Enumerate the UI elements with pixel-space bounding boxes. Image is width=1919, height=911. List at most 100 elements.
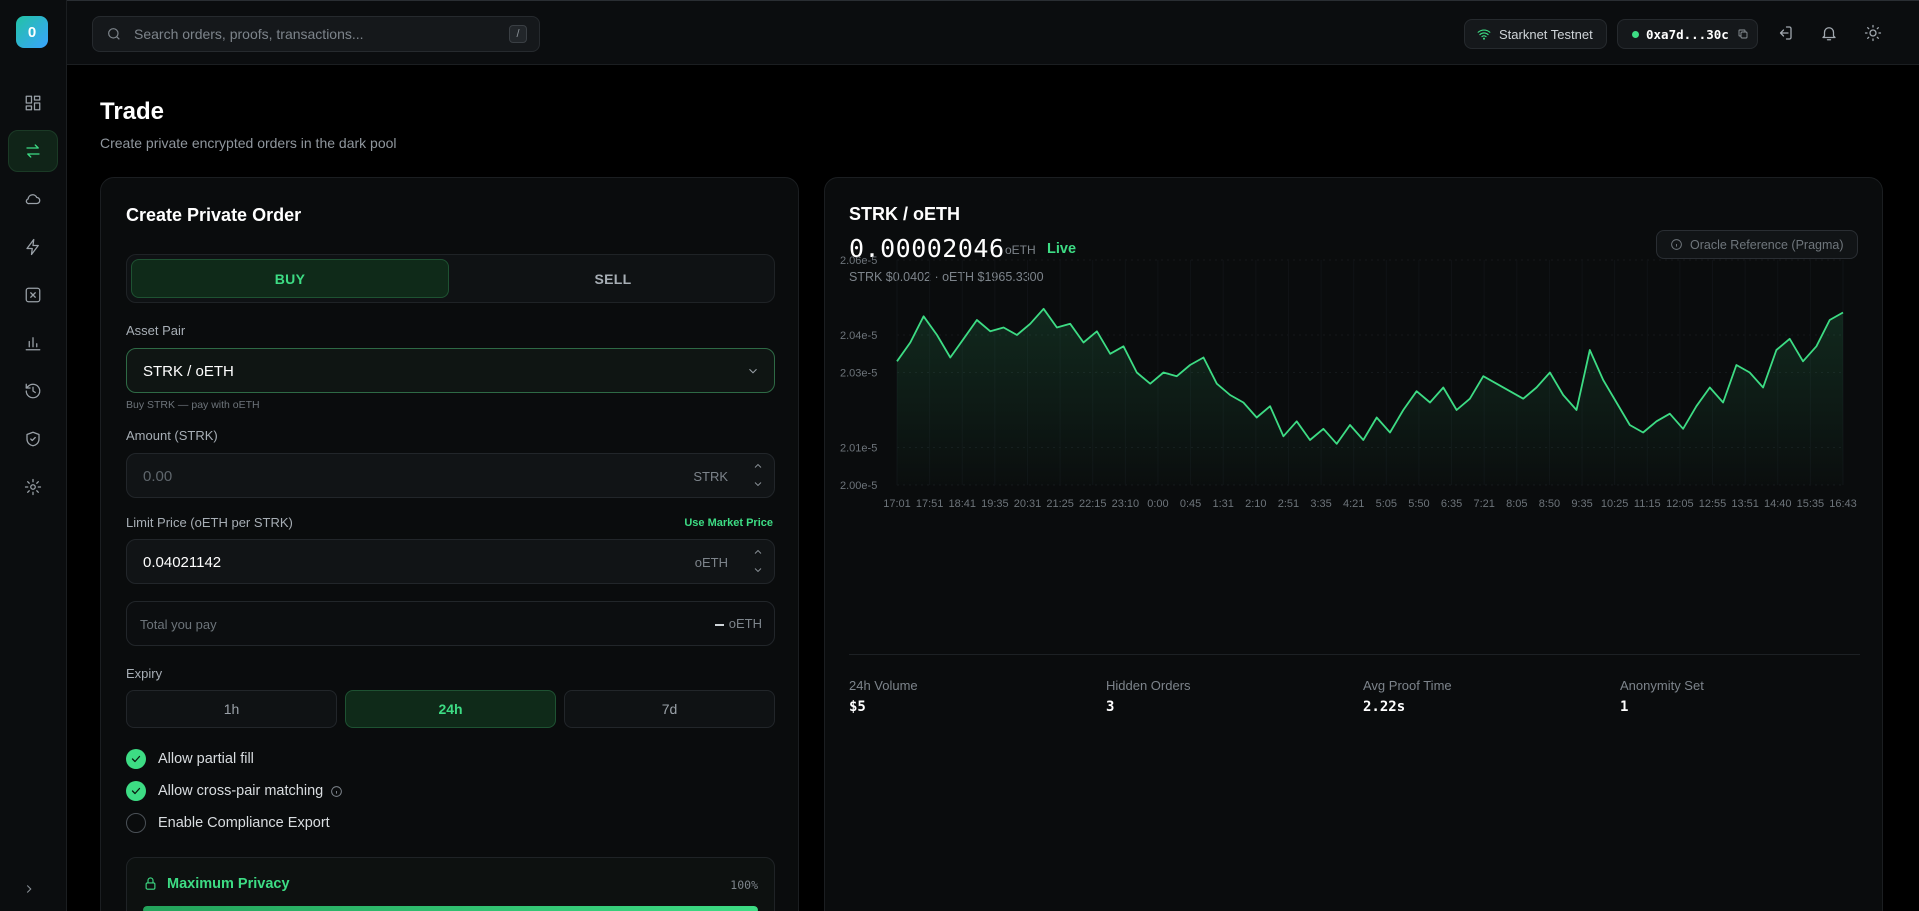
chevron-up-icon[interactable] <box>752 546 764 558</box>
partial-fill-option[interactable]: Allow partial fill <box>126 749 254 769</box>
cross-pair-option[interactable]: Allow cross-pair matching <box>126 781 343 801</box>
privacy-percent: 100% <box>730 878 758 892</box>
nav-dashboard[interactable] <box>8 82 58 124</box>
sell-button[interactable]: SELL <box>454 259 772 298</box>
search-input[interactable] <box>134 26 494 42</box>
wallet-badge[interactable]: 0xa7d...30c <box>1617 19 1758 49</box>
x-tick-label: 22:15 <box>1079 498 1107 510</box>
compliance-export-checkbox[interactable] <box>126 813 146 833</box>
asset-pair-select[interactable]: STRK / oETH <box>126 348 775 393</box>
limit-price-label: Limit Price (oETH per STRK) <box>126 515 293 530</box>
limit-price-stepper[interactable] <box>752 546 764 578</box>
expiry-1h-button[interactable]: 1h <box>126 690 337 728</box>
theme-toggle-button[interactable] <box>1864 24 1882 42</box>
x-tick-label: 8:05 <box>1506 498 1527 510</box>
chevron-down-icon[interactable] <box>752 564 764 576</box>
sun-icon <box>1864 24 1882 42</box>
y-tick-label: 2.06e-5 <box>840 255 877 267</box>
x-tick-label: 12:05 <box>1666 498 1694 510</box>
x-tick-label: 0:00 <box>1147 498 1168 510</box>
y-tick-label: 2.04e-5 <box>840 330 877 342</box>
stat-volume: 24h Volume $5 <box>849 678 918 715</box>
market-chart-card: STRK / oETH 0.00002046 oETH Live STRK $0… <box>824 177 1883 911</box>
lock-icon <box>143 876 158 891</box>
use-market-price-link[interactable]: Use Market Price <box>684 517 773 529</box>
expiry-24h-button[interactable]: 24h <box>345 690 556 728</box>
x-tick-label: 13:51 <box>1731 498 1759 510</box>
x-tick-label: 8:50 <box>1539 498 1560 510</box>
sidebar-expand-button[interactable] <box>22 882 36 896</box>
page-subtitle: Create private encrypted orders in the d… <box>100 135 397 151</box>
shield-check-icon <box>26 431 40 447</box>
buy-button[interactable]: BUY <box>131 259 449 298</box>
limit-price-input[interactable]: 0.04021142 oETH <box>126 539 775 584</box>
x-tick-label: 15:35 <box>1797 498 1825 510</box>
amount-label: Amount (STRK) <box>126 428 218 443</box>
check-icon <box>131 787 141 795</box>
x-tick-label: 9:35 <box>1571 498 1592 510</box>
logout-button[interactable] <box>1776 24 1794 42</box>
asset-pair-hint: Buy STRK — pay with oETH <box>126 399 260 411</box>
stat-value: 3 <box>1106 699 1115 715</box>
stat-anonymity-set: Anonymity Set 1 <box>1620 678 1704 715</box>
y-tick-label: 2.01e-5 <box>840 443 877 455</box>
partial-fill-checkbox[interactable] <box>126 749 146 769</box>
x-tick-label: 19:35 <box>981 498 1009 510</box>
stat-value: $5 <box>849 699 866 715</box>
search-shortcut-key: / <box>509 25 527 43</box>
nav-history[interactable] <box>8 370 58 412</box>
stat-value: 2.22s <box>1363 699 1406 715</box>
x-tick-label: 20:31 <box>1014 498 1042 510</box>
stat-label: 24h Volume <box>849 678 918 693</box>
network-badge[interactable]: Starknet Testnet <box>1464 19 1607 49</box>
order-card-title: Create Private Order <box>126 205 302 225</box>
nav-analytics[interactable] <box>8 322 58 364</box>
amount-input[interactable]: 0.00 STRK <box>126 453 775 498</box>
total-pay-empty-value <box>715 624 724 626</box>
swap-arrows-icon <box>26 144 40 158</box>
x-tick-label: 6:35 <box>1441 498 1462 510</box>
logout-icon <box>1779 26 1792 40</box>
compliance-export-option[interactable]: Enable Compliance Export <box>126 813 330 833</box>
x-tick-label: 18:41 <box>948 498 976 510</box>
x-tick-label: 11:15 <box>1634 498 1661 510</box>
amount-stepper[interactable] <box>752 460 764 492</box>
nav-cloud[interactable] <box>8 178 58 220</box>
nav-trade[interactable] <box>8 130 58 172</box>
nav-cancel[interactable] <box>8 274 58 316</box>
wifi-icon <box>1477 27 1491 41</box>
x-tick-label: 5:50 <box>1408 498 1429 510</box>
app-logo[interactable]: 0 <box>16 16 48 48</box>
notifications-button[interactable] <box>1820 24 1838 42</box>
x-tick-label: 3:35 <box>1310 498 1331 510</box>
x-tick-label: 16:43 <box>1829 498 1857 510</box>
nav-activity[interactable] <box>8 226 58 268</box>
sidebar: 0 <box>0 0 67 911</box>
history-icon <box>25 383 41 399</box>
compliance-export-label: Enable Compliance Export <box>158 815 330 831</box>
amount-placeholder: 0.00 <box>143 468 173 485</box>
expiry-label: Expiry <box>126 666 163 681</box>
nav-settings[interactable] <box>8 466 58 508</box>
privacy-bar <box>143 906 758 911</box>
copy-icon[interactable] <box>1737 28 1749 40</box>
nav-compliance[interactable] <box>8 418 58 460</box>
x-tick-label: 4:21 <box>1343 498 1364 510</box>
privacy-bar-fill <box>143 906 758 911</box>
stat-proof-time: Avg Proof Time 2.22s <box>1363 678 1452 715</box>
expiry-7d-button[interactable]: 7d <box>564 690 775 728</box>
info-icon[interactable] <box>330 785 343 798</box>
chevron-up-icon[interactable] <box>752 460 764 472</box>
x-tick-label: 17:51 <box>916 498 944 510</box>
y-tick-label: 2.00e-5 <box>840 480 877 492</box>
x-tick-label: 17:01 <box>883 498 911 510</box>
stat-hidden-orders: Hidden Orders 3 <box>1106 678 1191 715</box>
stat-value: 1 <box>1620 699 1629 715</box>
chevron-down-icon[interactable] <box>752 478 764 490</box>
chart-x-axis: 17:01 17:51 18:41 19:35 20:31 21:25 22:15 23:10… <box>883 498 1857 510</box>
limit-price-unit: oETH <box>694 555 728 570</box>
stat-label: Avg Proof Time <box>1363 678 1452 693</box>
asset-pair-label: Asset Pair <box>126 323 186 338</box>
cross-pair-checkbox[interactable] <box>126 781 146 801</box>
search-bar[interactable]: / <box>92 16 540 52</box>
